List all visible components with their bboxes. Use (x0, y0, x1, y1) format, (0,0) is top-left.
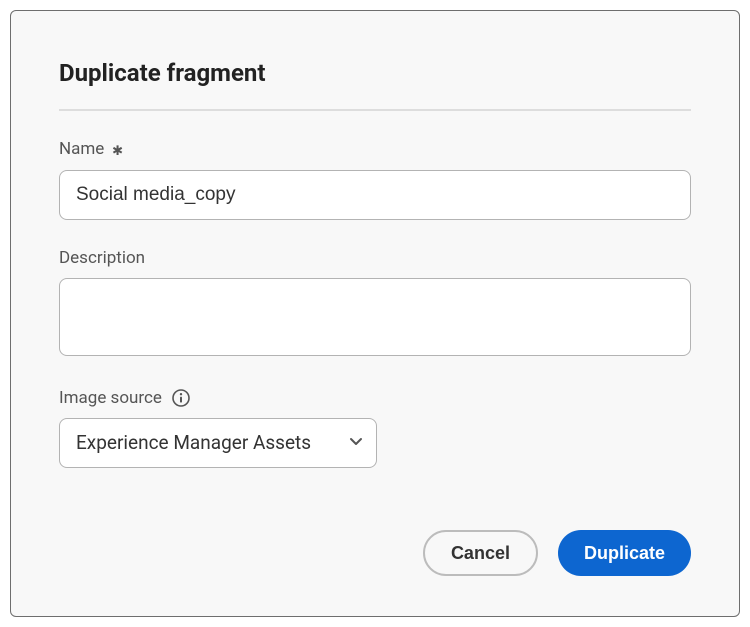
image-source-field: Image source Experience Manager Assets (59, 388, 691, 468)
description-input[interactable] (59, 278, 691, 356)
info-icon[interactable] (172, 389, 190, 407)
duplicate-fragment-dialog: Duplicate fragment Name ✱ Description Im… (10, 10, 740, 617)
dialog-title: Duplicate fragment (59, 59, 691, 87)
name-label: Name ✱ (59, 139, 691, 160)
name-input[interactable] (59, 170, 691, 220)
image-source-label: Image source (59, 388, 162, 408)
name-label-text: Name (59, 139, 104, 159)
image-source-select[interactable]: Experience Manager Assets (59, 418, 377, 468)
image-source-selected: Experience Manager Assets (76, 431, 311, 454)
name-field: Name ✱ (59, 139, 691, 220)
required-asterisk-icon: ✱ (113, 140, 123, 160)
cancel-button[interactable]: Cancel (423, 530, 538, 576)
divider (59, 109, 691, 111)
description-field: Description (59, 248, 691, 360)
duplicate-button[interactable]: Duplicate (558, 530, 691, 576)
description-label: Description (59, 248, 691, 268)
dialog-actions: Cancel Duplicate (423, 530, 691, 576)
